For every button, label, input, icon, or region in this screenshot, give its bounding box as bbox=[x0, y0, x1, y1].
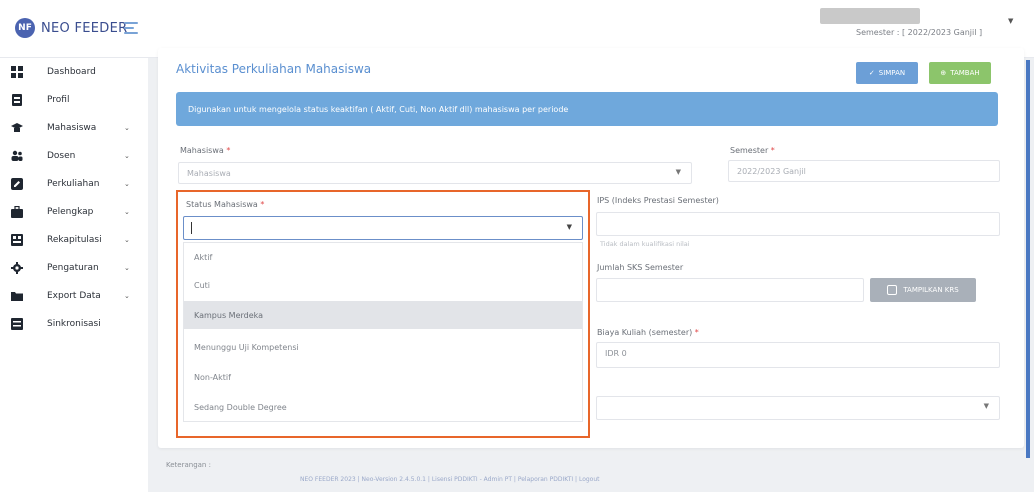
document-icon bbox=[887, 285, 898, 295]
mahasiswa-placeholder: Mahasiswa bbox=[187, 169, 231, 178]
status-select[interactable]: ▼ bbox=[183, 216, 583, 240]
status-option[interactable]: Aktif bbox=[184, 243, 582, 271]
sks-input[interactable] bbox=[596, 278, 864, 302]
status-option[interactable]: Cuti bbox=[184, 271, 582, 299]
biaya-value: IDR 0 bbox=[605, 349, 627, 358]
ips-hint: Tidak dalam kualifikasi nilai bbox=[600, 240, 690, 248]
briefcase-icon bbox=[10, 206, 23, 219]
show-krs-button[interactable]: TAMPILKAN KRS bbox=[870, 278, 976, 302]
chevron-down-icon: ⌄ bbox=[124, 236, 130, 244]
status-label: Status Mahasiswa * bbox=[186, 200, 265, 209]
sidebar-item-label: Profil bbox=[47, 95, 70, 105]
add-button[interactable]: ⊕ TAMBAH bbox=[929, 62, 991, 84]
chevron-down-icon: ⌄ bbox=[124, 292, 130, 300]
show-krs-label: TAMPILKAN KRS bbox=[903, 286, 959, 294]
sidebar-item-perkuliahan[interactable]: Perkuliahan ⌄ bbox=[0, 170, 148, 198]
semester-indicator: Semester : [ 2022/2023 Ganjil ] bbox=[856, 28, 983, 37]
sidebar-item-pelengkap[interactable]: Pelengkap ⌄ bbox=[0, 198, 148, 226]
plus-icon: ⊕ bbox=[940, 69, 947, 77]
mahasiswa-label: Mahasiswa * bbox=[180, 146, 231, 155]
sidebar-item-label: Pelengkap bbox=[47, 207, 94, 217]
footer-label: Keterangan : bbox=[166, 461, 211, 469]
sidebar-item-label: Dosen bbox=[47, 151, 76, 161]
save-button-label: SIMPAN bbox=[878, 69, 906, 77]
mahasiswa-select[interactable]: Mahasiswa ▼ bbox=[178, 162, 692, 184]
users-icon bbox=[10, 150, 23, 163]
brand[interactable]: NF NEO FEEDER bbox=[15, 17, 127, 39]
sidebar-item-profil[interactable]: Profil bbox=[0, 86, 148, 114]
info-banner: Digunakan untuk mengelola status keaktif… bbox=[176, 92, 998, 126]
semester-value: 2022/2023 Ganjil bbox=[737, 167, 806, 176]
sidebar-item-label: Perkuliahan bbox=[47, 179, 100, 189]
sidebar-item-mahasiswa[interactable]: Mahasiswa ⌄ bbox=[0, 114, 148, 142]
footer-text: NEO FEEDER 2023 | Neo-Version 2.4.5.0.1 … bbox=[300, 476, 600, 483]
sidebar-item-rekapitulasi[interactable]: Rekapitulasi ⌄ bbox=[0, 226, 148, 254]
chevron-down-icon: ⌄ bbox=[124, 264, 130, 272]
folder-icon bbox=[10, 290, 23, 303]
check-icon: ✓ bbox=[868, 69, 875, 77]
biaya-label: Biaya Kuliah (semester) * bbox=[597, 328, 699, 337]
scroll-accent bbox=[1026, 60, 1030, 460]
text-cursor bbox=[191, 222, 192, 234]
footer bbox=[148, 458, 1034, 492]
edit-icon bbox=[10, 178, 23, 191]
dropdown-arrow-icon: ▼ bbox=[983, 402, 989, 410]
sidebar-item-label: Sinkronisasi bbox=[47, 319, 101, 329]
hamburger-menu-icon[interactable] bbox=[124, 22, 138, 34]
add-button-label: TAMBAH bbox=[950, 69, 980, 77]
report-icon bbox=[10, 234, 23, 247]
sidebar: Dashboard Profil Mahasiswa ⌄ Dosen ⌄ Per… bbox=[0, 58, 148, 492]
dropdown-arrow-icon: ▼ bbox=[566, 223, 572, 231]
status-option-active[interactable]: Kampus Merdeka bbox=[184, 301, 582, 329]
profile-icon bbox=[10, 94, 23, 107]
dashboard-icon bbox=[10, 66, 23, 79]
ips-label: IPS (Indeks Prestasi Semester) bbox=[597, 196, 719, 205]
brand-name: NEO FEEDER bbox=[41, 20, 128, 36]
page-title: Aktivitas Perkuliahan Mahasiswa bbox=[176, 62, 372, 76]
sidebar-item-export-data[interactable]: Export Data ⌄ bbox=[0, 282, 148, 310]
chevron-down-icon: ⌄ bbox=[124, 208, 130, 216]
sidebar-item-dosen[interactable]: Dosen ⌄ bbox=[0, 142, 148, 170]
semester-label: Semester * bbox=[730, 146, 775, 155]
gear-icon bbox=[10, 262, 23, 275]
chevron-down-icon: ⌄ bbox=[124, 152, 130, 160]
status-option[interactable]: Non-Aktif bbox=[184, 363, 582, 391]
redacted-user-name bbox=[820, 8, 920, 24]
neo-feeder-logo: NF bbox=[15, 18, 35, 38]
chevron-down-icon: ⌄ bbox=[124, 124, 130, 132]
chevron-down-icon: ⌄ bbox=[124, 180, 130, 188]
additional-select[interactable]: ▼ bbox=[596, 396, 1000, 420]
biaya-input[interactable]: IDR 0 bbox=[596, 342, 1000, 368]
sidebar-item-label: Pengaturan bbox=[47, 263, 99, 273]
save-button[interactable]: ✓ SIMPAN bbox=[856, 62, 918, 84]
user-menu[interactable]: Semester : [ 2022/2023 Ganjil ] ▼ bbox=[820, 8, 1013, 44]
chevron-down-icon[interactable]: ▼ bbox=[1008, 17, 1013, 25]
info-text: Digunakan untuk mengelola status keaktif… bbox=[188, 104, 569, 114]
sidebar-item-label: Export Data bbox=[47, 291, 101, 301]
sidebar-item-dashboard[interactable]: Dashboard bbox=[0, 58, 148, 86]
sidebar-item-label: Dashboard bbox=[47, 67, 96, 77]
graduation-cap-icon bbox=[10, 122, 23, 135]
status-options-list: Aktif Cuti Kampus Merdeka Menunggu Uji K… bbox=[183, 242, 583, 422]
dropdown-arrow-icon: ▼ bbox=[675, 168, 681, 176]
sidebar-item-label: Mahasiswa bbox=[47, 123, 97, 133]
ips-input[interactable] bbox=[596, 212, 1000, 236]
status-option[interactable]: Menunggu Uji Kompetensi bbox=[184, 333, 582, 361]
sidebar-item-sinkronisasi[interactable]: Sinkronisasi bbox=[0, 310, 148, 338]
sks-label: Jumlah SKS Semester bbox=[597, 263, 684, 272]
status-option[interactable]: Sedang Double Degree bbox=[184, 393, 582, 421]
sync-icon bbox=[10, 318, 23, 331]
sidebar-item-pengaturan[interactable]: Pengaturan ⌄ bbox=[0, 254, 148, 282]
sidebar-item-label: Rekapitulasi bbox=[47, 235, 102, 245]
semester-field[interactable]: 2022/2023 Ganjil bbox=[728, 160, 1000, 182]
